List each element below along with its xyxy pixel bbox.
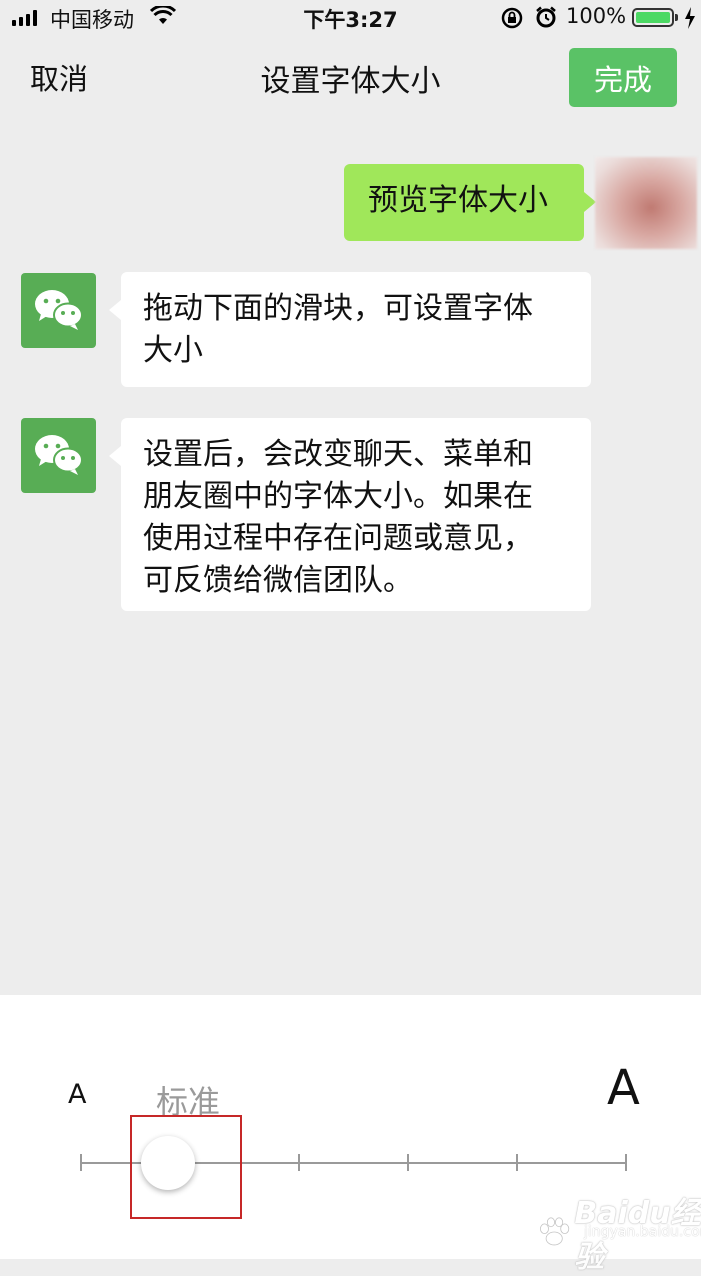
watermark-url: jingyan.baidu.com [584,1224,701,1240]
battery-percent: 100% [566,4,627,28]
slider-tick[interactable] [80,1154,82,1171]
battery-cap [675,14,678,21]
wechat-logo-icon [35,290,83,330]
battery-icon [632,8,674,27]
slider-tick[interactable] [407,1154,409,1171]
current-size-label: 标准 [156,1083,221,1121]
slider-tick[interactable] [516,1154,518,1171]
self-avatar [595,157,697,249]
message-line: 可反馈给微信团队。 [143,563,413,598]
slider-tick[interactable] [625,1154,627,1171]
small-font-label: A [68,1079,87,1110]
alarm-icon [534,5,558,33]
bot-avatar [21,273,96,348]
message-line: 使用过程中存在问题或意见， [143,521,533,556]
message-line: 拖动下面的滑块，可设置字体 [143,291,533,326]
baidu-jingyan-watermark: Baidu经验 jingyan.baidu.com [538,1188,701,1276]
message-line: 大小 [143,333,203,368]
bot-message-bubble: 拖动下面的滑块，可设置字体 大小 [109,272,591,387]
rotation-lock-icon [500,6,524,34]
cancel-button[interactable]: 取消 [30,56,88,98]
bot-message-bubble: 设置后，会改变聊天、菜单和 朋友圈中的字体大小。如果在 使用过程中存在问题或意见… [109,418,591,611]
self-message-bubble: 预览字体大小 [344,164,596,241]
message-line: 朋友圈中的字体大小。如果在 [143,479,533,514]
charging-icon [684,7,696,33]
paw-icon [540,1217,570,1246]
wechat-logo-icon [35,435,83,475]
large-font-label: A [607,1060,640,1116]
font-size-slider-thumb[interactable] [140,1136,195,1190]
bot-avatar [21,418,96,493]
message-line: 设置后，会改变聊天、菜单和 [143,437,533,472]
status-bar: 中国移动 下午3:27 100% [0,0,701,36]
slider-tick[interactable] [298,1154,300,1171]
done-button[interactable]: 完成 [569,48,677,107]
